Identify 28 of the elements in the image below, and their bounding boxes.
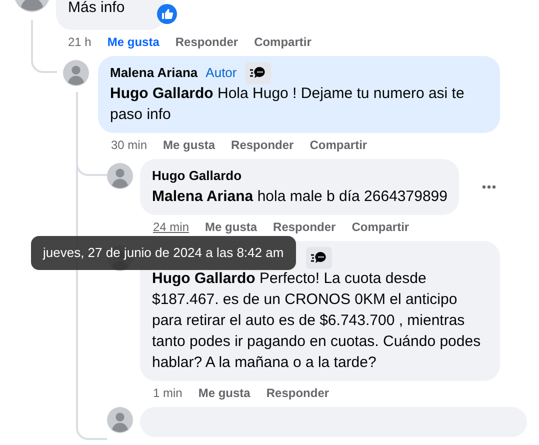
author-name[interactable]: Malena Ariana (110, 63, 198, 83)
comment-text: Malena Ariana hola male b día 2664379899 (152, 187, 448, 207)
action-link[interactable]: Responder (273, 218, 336, 236)
author-label: Autor (206, 64, 237, 82)
timestamp-link[interactable]: 30 min (111, 136, 148, 154)
author-name[interactable]: Hugo Gallardo (152, 166, 242, 186)
action-link[interactable]: Compartir (310, 136, 368, 154)
action-link[interactable]: Compartir (254, 33, 312, 51)
avatar[interactable] (107, 163, 133, 189)
timestamp-link[interactable]: 1 min (153, 384, 182, 402)
action-link[interactable]: Responder (175, 33, 238, 51)
like-link[interactable]: Me gusta (107, 33, 160, 51)
action-link[interactable]: Me gusta (163, 136, 216, 154)
comment-text: Hugo Gallardo Hola Hugo ! Dejame tu numero asi te paso info (110, 84, 466, 125)
thread-line (31, 20, 57, 73)
action-link[interactable]: Responder (231, 136, 294, 154)
action-link[interactable]: Me gusta (198, 384, 250, 402)
action-link[interactable]: Me gusta (205, 218, 258, 236)
comment-text: Más info (68, 0, 125, 16)
action-link[interactable]: Responder (266, 384, 330, 402)
comment-text: Hugo Gallardo Perfecto! La cuota desde $187.467. es de un CRONOS 0KM el anticipo para retirar el auto es de $6.743.700 , mientras tanto podes ir pagando en cuotas. Cuándo podes hablar? A la mañana o a la tarde? (152, 269, 482, 373)
action-link[interactable]: Compartir (352, 218, 410, 236)
timestamp-link[interactable]: 21 h (68, 33, 92, 51)
avatar[interactable] (107, 407, 133, 433)
timestamp-link[interactable]: 24 min (153, 218, 190, 236)
avatar[interactable] (63, 60, 89, 86)
date-tooltip: jueves, 27 de junio de 2024 a las 8:42 am (31, 236, 296, 270)
more-options-icon[interactable] (482, 185, 496, 189)
